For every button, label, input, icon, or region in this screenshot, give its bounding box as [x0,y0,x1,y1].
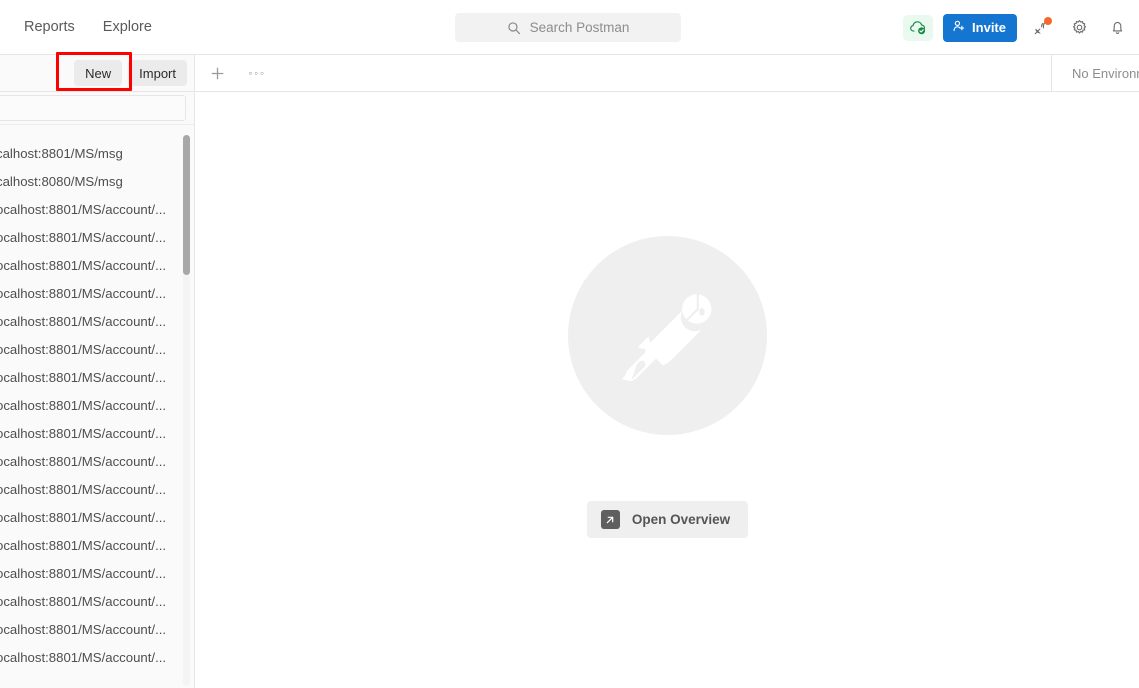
request-list-item-label: calhost:8801/MS/msg [0,145,123,161]
request-list-item[interactable]: ocalhost:8801/MS/account/... [0,531,194,559]
request-list-item[interactable]: ocalhost:8801/MS/account/... [0,643,194,671]
request-list-item-label: ocalhost:8801/MS/account/... [0,593,167,609]
request-list-item[interactable]: ocalhost:8801/MS/account/... [0,475,194,503]
tab-more-options-button[interactable]: ◦◦◦ [244,60,270,86]
search-bar-content: Search Postman [507,20,630,35]
request-history-list[interactable]: calhost:8801/MS/msg calhost:8080/MS/msg oc… [0,139,194,688]
bell-icon[interactable] [1103,14,1131,42]
cloud-check-icon[interactable] [903,14,934,41]
request-list-item-label: ocalhost:8801/MS/account/... [0,565,167,581]
sidebar: ◦◦◦ calhost:8801/MS/msg calhost:8080/MS/m… [0,92,195,688]
tab-bar: ◦◦◦ [195,55,1052,92]
topnav-reports[interactable]: Reports [14,13,85,41]
invite-button[interactable]: Invite [943,13,1017,42]
request-list-item-label: ocalhost:8801/MS/account/... [0,481,167,497]
request-list-item-label: ocalhost:8801/MS/account/... [0,341,167,357]
request-list-item-label: ocalhost:8801/MS/account/... [0,621,167,637]
satellite-icon[interactable] [1027,14,1055,42]
request-list-item-label: calhost:8080/MS/msg [0,173,123,189]
request-list-item[interactable]: ocalhost:8801/MS/account/... [0,363,194,391]
request-list-item[interactable]: calhost:8801/MS/msg [0,139,194,167]
open-overview-label: Open Overview [631,512,731,527]
request-list-item[interactable]: ocalhost:8801/MS/account/... [0,279,194,307]
request-list-item[interactable]: calhost:8080/MS/msg [0,167,194,195]
request-list-item-label: ocalhost:8801/MS/account/... [0,201,167,217]
request-list-item[interactable]: ocalhost:8801/MS/account/... [0,307,194,335]
sidebar-filter-row: ◦◦◦ [0,92,195,125]
new-tab-button[interactable] [204,60,230,86]
request-list-item-label: ocalhost:8801/MS/account/... [0,453,167,469]
request-list-item-label: ocalhost:8801/MS/account/... [0,369,167,385]
postman-pen-icon [568,236,767,435]
request-list-item-label: ocalhost:8801/MS/account/... [0,537,167,553]
sidebar-filter-input[interactable] [0,95,186,121]
request-list-item[interactable]: ocalhost:8801/MS/account/... [0,251,194,279]
ellipsis-icon: ◦◦◦ [194,102,195,114]
sidebar-scrollbar-thumb[interactable] [183,135,190,275]
request-list-item[interactable]: ocalhost:8801/MS/account/... [0,335,194,363]
postman-app-window: Reports Explore Search Postman Invite Ne… [0,0,1139,688]
request-list-item-label: ocalhost:8801/MS/account/... [0,229,167,245]
request-list-item-label: ocalhost:8801/MS/account/... [0,257,167,273]
request-list-item[interactable]: ocalhost:8801/MS/account/... [0,447,194,475]
search-icon [507,21,521,35]
gear-icon[interactable] [1065,14,1093,42]
request-list-item-label: ocalhost:8801/MS/account/... [0,285,167,301]
ellipsis-icon: ◦◦◦ [248,66,266,80]
request-list-item[interactable]: ocalhost:8801/MS/account/... [0,391,194,419]
request-list-item[interactable]: ocalhost:8801/MS/account/... [0,615,194,643]
environment-selector[interactable]: No Environm [1052,55,1139,92]
request-list-item-label: ocalhost:8801/MS/account/... [0,649,167,665]
request-list-item[interactable]: ocalhost:8801/MS/account/... [0,559,194,587]
sidebar-more-options-button[interactable]: ◦◦◦ [194,97,195,119]
request-list-item-label: ocalhost:8801/MS/account/... [0,425,167,441]
main-canvas: Open Overview [196,92,1139,688]
request-list-item[interactable]: ocalhost:8801/MS/account/... [0,419,194,447]
top-navigation: Reports Explore [0,0,170,54]
sidebar-action-bar: New Import [0,55,195,92]
environment-selector-label: No Environm [1072,65,1139,81]
request-list-item[interactable]: ocalhost:8801/MS/account/... [0,195,194,223]
external-link-icon [600,510,620,529]
empty-state: Open Overview [568,236,767,538]
request-list-item[interactable]: ocalhost:8801/MS/account/... [0,503,194,531]
invite-button-label: Invite [972,20,1006,35]
request-list-item-label: ocalhost:8801/MS/account/... [0,313,167,329]
notification-dot [1044,16,1052,25]
search-bar[interactable]: Search Postman [455,13,681,42]
request-list-item-label: ocalhost:8801/MS/account/... [0,397,167,413]
import-button[interactable]: Import [128,60,187,86]
topnav-explore[interactable]: Explore [93,13,162,41]
request-list-item[interactable]: ocalhost:8801/MS/account/... [0,587,194,615]
new-button[interactable]: New [74,60,123,86]
request-list-item-label: ocalhost:8801/MS/account/... [0,509,167,525]
search-input[interactable]: Search Postman [530,20,630,35]
request-list-item[interactable]: ocalhost:8801/MS/account/... [0,223,194,251]
top-right-actions: Invite [903,0,1131,55]
top-header-bar: Reports Explore Search Postman Invite [0,0,1139,55]
person-add-icon [952,19,966,36]
open-overview-button[interactable]: Open Overview [586,501,749,538]
